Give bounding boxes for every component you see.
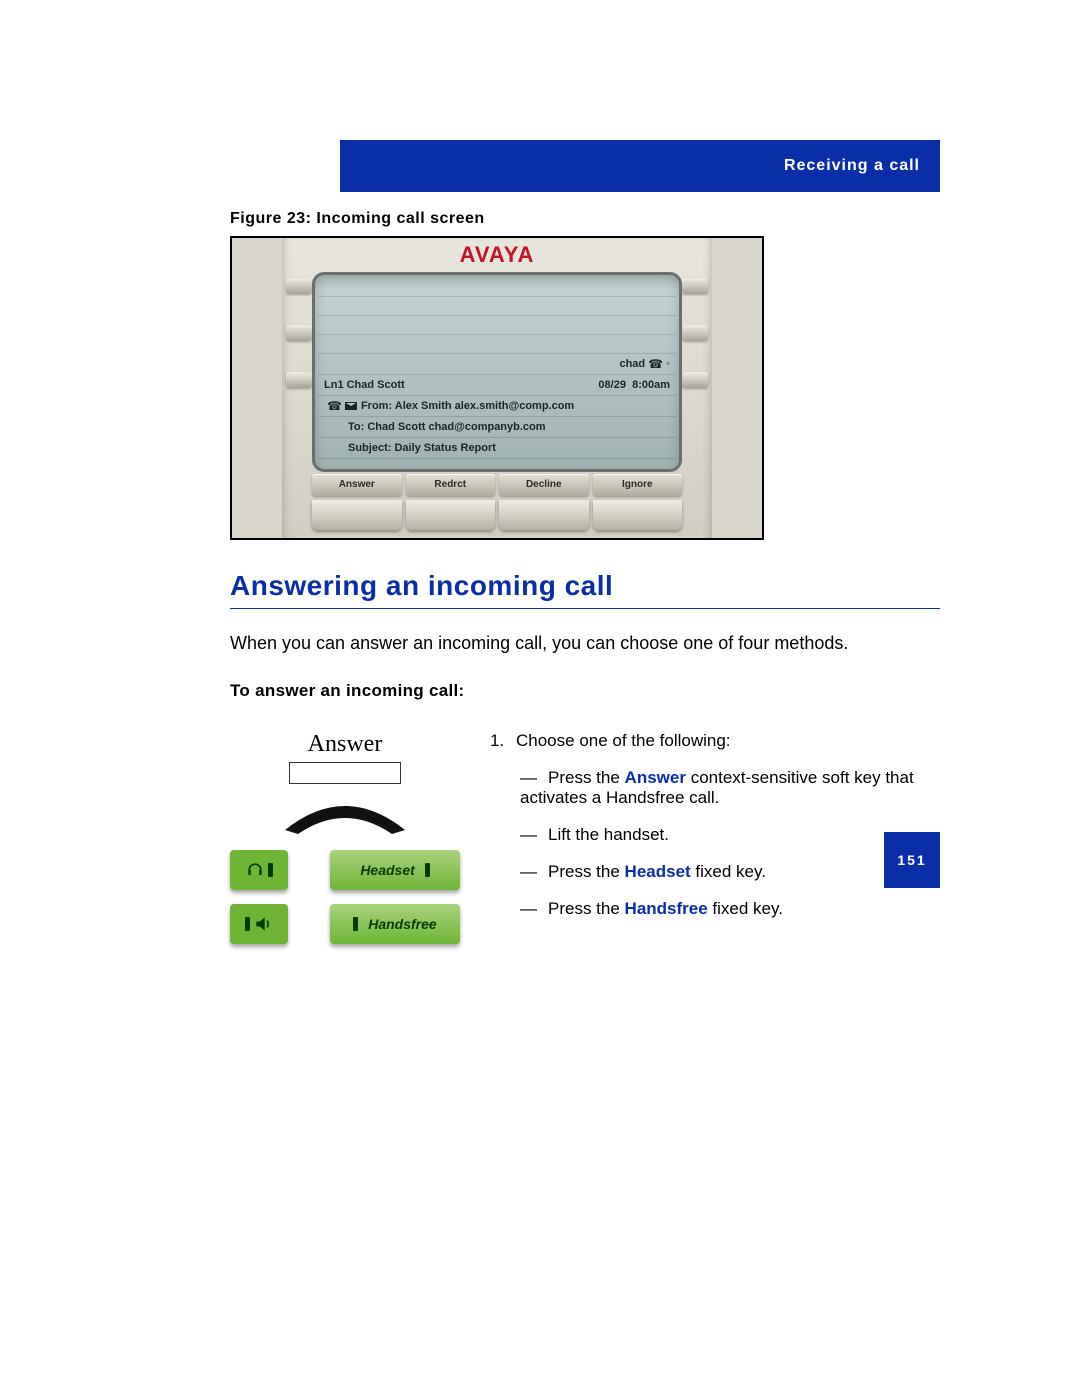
under-buttons (312, 500, 682, 530)
phone-sidekeys-left (286, 278, 312, 388)
header-section-title: Receiving a call (784, 157, 920, 175)
phone-sidekey[interactable] (682, 372, 708, 388)
screen-status-user: chad (619, 358, 645, 370)
mail-icon (345, 402, 357, 410)
phone-sidekeys-right (682, 278, 708, 388)
hard-softkey[interactable] (312, 500, 402, 530)
presence-icon: ◦ (666, 358, 670, 370)
phone-screen: chad ☎ ◦ Ln1 Chad Scott 08/29 8:00am ☎ F… (312, 272, 682, 472)
softkey-outline-icon (289, 762, 401, 784)
screen-line-info: Ln1 Chad Scott (324, 379, 405, 391)
page-number: 151 (884, 832, 940, 888)
phone-sidekey[interactable] (286, 325, 312, 341)
softkey-ignore[interactable]: Ignore (593, 474, 683, 496)
header-band: Receiving a call (340, 140, 940, 192)
handsfree-key-icon (230, 904, 288, 944)
step-1b-text: Lift the handset. (548, 825, 669, 844)
headset-key-label: Headset (330, 850, 460, 890)
page-number-text: 151 (897, 852, 926, 868)
procedure-label: To answer an incoming call: (230, 681, 940, 701)
step-1d-suffix: fixed key. (708, 899, 783, 918)
handset-icon: ☎ (648, 357, 663, 371)
step-1a-prefix: Press the (548, 768, 625, 787)
headset-text: Headset (360, 862, 414, 878)
step-1d-prefix: Press the (548, 899, 625, 918)
illustration-column: Answer Headset (230, 731, 460, 958)
content: Figure 23: Incoming call screen AVAYA (230, 210, 940, 958)
screen-from: From: Alex Smith alex.smith@comp.com (361, 400, 574, 412)
handsfree-text: Handsfree (368, 916, 436, 932)
step-1a: —Press the Answer context-sensitive soft… (520, 768, 940, 808)
keyword-answer: Answer (625, 768, 686, 787)
brand-logo: AVAYA (232, 242, 762, 268)
handsfree-key-label: Handsfree (330, 904, 460, 944)
section-heading: Answering an incoming call (230, 570, 940, 609)
step-1-text: Choose one of the following: (516, 731, 731, 750)
softkey-decline[interactable]: Decline (499, 474, 589, 496)
keyword-headset: Headset (625, 862, 691, 881)
softkey-row: Answer Redrct Decline Ignore (312, 474, 682, 496)
screen-time: 8:00am (632, 379, 670, 391)
step-1c-suffix: fixed key. (691, 862, 766, 881)
steps-layout: Answer Headset (230, 731, 940, 958)
screen-subject: Subject: Daily Status Report (348, 442, 496, 454)
phone-sidekey[interactable] (682, 278, 708, 294)
step-1c-prefix: Press the (548, 862, 625, 881)
step-1: 1.Choose one of the following: (490, 731, 940, 751)
handset-icon: ☎ (327, 399, 342, 413)
step-1b: —Lift the handset. (520, 825, 940, 845)
phone-sidekey[interactable] (286, 372, 312, 388)
step-1c: —Press the Headset fixed key. (520, 862, 940, 882)
answer-softkey-label: Answer (230, 731, 460, 758)
figure-incoming-call-screen: AVAYA chad ☎ ◦ (230, 236, 764, 540)
hard-softkey[interactable] (593, 500, 683, 530)
page: Receiving a call Figure 23: Incoming cal… (0, 0, 1080, 1018)
phone-sidekey[interactable] (286, 278, 312, 294)
intro-paragraph: When you can answer an incoming call, yo… (230, 631, 940, 655)
hard-softkey[interactable] (406, 500, 496, 530)
screen-date: 08/29 (598, 379, 626, 391)
phone-sidekey[interactable] (682, 325, 708, 341)
keyword-handsfree: Handsfree (625, 899, 708, 918)
figure-caption: Figure 23: Incoming call screen (230, 210, 940, 228)
hard-softkey[interactable] (499, 500, 589, 530)
headset-key-icon (230, 850, 288, 890)
instruction-column: 1.Choose one of the following: —Press th… (490, 731, 940, 927)
softkey-answer[interactable]: Answer (312, 474, 402, 496)
handset-icon (280, 800, 410, 836)
screen-to: To: Chad Scott chad@companyb.com (348, 421, 546, 433)
softkey-redirect[interactable]: Redrct (406, 474, 496, 496)
step-1d: —Press the Handsfree fixed key. (520, 899, 940, 919)
